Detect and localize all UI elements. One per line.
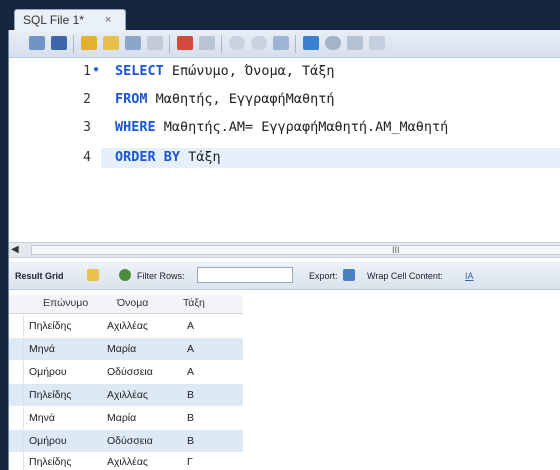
cell-surname[interactable]: Μηνά — [29, 343, 55, 355]
export-label: Export: — [309, 271, 338, 281]
cell-surname[interactable]: Πηλείδης — [29, 320, 71, 332]
execute-current-icon[interactable] — [103, 36, 119, 50]
stop-icon[interactable] — [147, 36, 163, 50]
cell-class[interactable]: Β — [187, 389, 194, 401]
wrap-lines-icon[interactable] — [369, 36, 385, 50]
scrollbar-thumb[interactable]: III — [31, 245, 560, 255]
row-header[interactable] — [9, 315, 24, 337]
statement-marker-icon: ● — [93, 64, 100, 75]
cell-name[interactable]: Οδύσσεια — [107, 366, 153, 378]
result-grid: Επώνυμο Όνομα Τάξη Πηλείδης Αχιλλέας Α Μ… — [9, 290, 560, 470]
line-gutter: 1 ● 2 3 4 — [9, 58, 99, 242]
result-grid-tab[interactable]: Result Grid — [15, 271, 64, 281]
table-row[interactable]: Πηλείδης Αχιλλέας Β — [9, 384, 243, 406]
editor-toolbar — [9, 30, 560, 58]
bookmark-icon[interactable] — [303, 36, 319, 50]
sql-editor-window: 1 ● 2 3 4 SELECT Επώνυμο, Όνομα, Τάξη FR… — [8, 30, 560, 470]
tab-bar: SQL File 1* × — [8, 8, 560, 30]
workbench-frame: SQL File 1* × 1 ● 2 3 4 SELECT Επώνυμο, … — [0, 0, 560, 470]
result-toolbar: Result Grid Filter Rows: Export: Wrap Ce… — [9, 262, 560, 290]
commit-icon[interactable] — [229, 36, 245, 50]
cell-name[interactable]: Αχιλλέας — [107, 456, 148, 468]
cell-class[interactable]: Β — [187, 435, 194, 447]
cell-class[interactable]: Α — [187, 343, 194, 355]
scrollbar-grip: III — [392, 245, 400, 255]
cell-surname[interactable]: Ομήρου — [29, 366, 67, 378]
close-icon[interactable]: × — [105, 10, 111, 30]
code-line: FROM Μαθητής, ΕγγραφήΜαθητή — [115, 91, 334, 107]
sql-keyword: WHERE — [115, 119, 156, 135]
cell-surname[interactable]: Ομήρου — [29, 435, 67, 447]
refresh-icon[interactable] — [119, 269, 131, 281]
sql-text: Μαθητής.ΑΜ= ΕγγραφήΜαθητή.ΑΜ_Μαθητή — [155, 119, 449, 135]
line-number: 3 — [83, 120, 91, 135]
row-header[interactable] — [9, 338, 24, 360]
row-header[interactable] — [9, 407, 24, 429]
rollback-icon[interactable] — [251, 36, 267, 50]
beautify-icon[interactable] — [273, 36, 289, 50]
row-header[interactable] — [9, 361, 24, 383]
cell-class[interactable]: Α — [187, 366, 194, 378]
cell-surname[interactable]: Πηλείδης — [29, 389, 71, 401]
line-number: 2 — [83, 92, 91, 107]
grid-view-icon[interactable] — [87, 269, 99, 281]
column-header[interactable]: Όνομα — [117, 297, 148, 309]
row-header[interactable] — [9, 430, 24, 452]
table-row[interactable]: Πηλείδης Αχιλλέας Α — [9, 315, 243, 337]
sql-keyword: SELECT — [115, 63, 164, 79]
open-folder-icon[interactable] — [29, 36, 45, 50]
table-row[interactable]: Ομήρου Οδύσσεια Β — [9, 430, 243, 452]
filter-rows-label: Filter Rows: — [137, 271, 185, 281]
horizontal-scrollbar[interactable]: ◀ III — [9, 242, 560, 258]
table-row[interactable]: Μηνά Μαρία Β — [9, 407, 243, 429]
grid-header: Επώνυμο Όνομα Τάξη — [9, 295, 243, 314]
row-header[interactable] — [9, 453, 24, 470]
limit-rows-icon[interactable] — [199, 36, 215, 50]
line-number: 4 — [83, 150, 91, 165]
cell-class[interactable]: Α — [187, 320, 194, 332]
wrap-cell-label: Wrap Cell Content: — [367, 271, 443, 281]
sql-keyword: FROM — [115, 91, 148, 107]
column-header[interactable]: Τάξη — [183, 297, 205, 309]
sql-keyword: ORDER BY — [115, 149, 181, 165]
sql-text: Επώνυμο, Όνομα, Τάξη — [163, 63, 335, 79]
scroll-left-icon[interactable]: ◀ — [11, 244, 19, 255]
cell-surname[interactable]: Πηλείδης — [29, 456, 71, 468]
explain-magnifier-icon[interactable] — [125, 36, 141, 50]
code-line: ORDER BY Τάξη — [115, 149, 221, 165]
table-row[interactable]: Πηλείδης Αχιλλέας Γ — [9, 453, 243, 470]
table-row[interactable]: Μηνά Μαρία Α — [9, 338, 243, 360]
invisible-chars-icon[interactable] — [347, 36, 363, 50]
code-line: SELECT Επώνυμο, Όνομα, Τάξη — [115, 63, 334, 79]
cell-name[interactable]: Μαρία — [107, 343, 136, 355]
cell-name[interactable]: Αχιλλέας — [107, 320, 148, 332]
cell-name[interactable]: Μαρία — [107, 412, 136, 424]
line-number: 1 — [83, 64, 91, 79]
table-row[interactable]: Ομήρου Οδύσσεια Α — [9, 361, 243, 383]
wrap-cell-icon[interactable]: IA — [465, 271, 474, 281]
cell-name[interactable]: Οδύσσεια — [107, 435, 153, 447]
execute-lightning-icon[interactable] — [81, 36, 97, 50]
row-header[interactable] — [9, 384, 24, 406]
sql-text: Τάξη — [180, 149, 221, 165]
column-header[interactable]: Επώνυμο — [43, 297, 88, 309]
toggle-autocommit-icon[interactable] — [177, 36, 193, 50]
code-line: WHERE Μαθητής.ΑΜ= ΕγγραφήΜαθητή.ΑΜ_Μαθητ… — [115, 119, 448, 135]
export-icon[interactable] — [343, 269, 355, 281]
cell-surname[interactable]: Μηνά — [29, 412, 55, 424]
cell-class[interactable]: Β — [187, 412, 194, 424]
sql-text: Μαθητής, ΕγγραφήΜαθητή — [147, 91, 335, 107]
cell-class[interactable]: Γ — [187, 456, 193, 468]
cell-name[interactable]: Αχιλλέας — [107, 389, 148, 401]
tab-sql-file[interactable]: SQL File 1* × — [14, 9, 126, 30]
save-icon[interactable] — [51, 36, 67, 50]
find-icon[interactable] — [325, 36, 341, 50]
tab-title: SQL File 1* — [23, 13, 84, 27]
query-editor[interactable]: 1 ● 2 3 4 SELECT Επώνυμο, Όνομα, Τάξη FR… — [9, 58, 560, 242]
filter-rows-input[interactable] — [197, 267, 293, 283]
